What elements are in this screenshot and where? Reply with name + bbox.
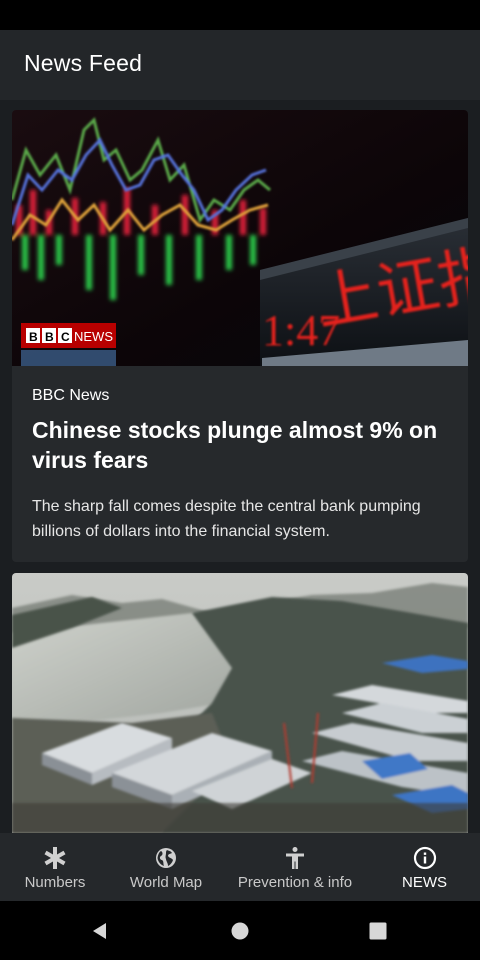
article-summary: The sharp fall comes despite the central…	[32, 498, 421, 540]
svg-text:B: B	[29, 330, 38, 344]
system-navigation-bar	[0, 901, 480, 960]
nav-news-label: NEWS	[402, 874, 447, 891]
back-icon[interactable]	[90, 921, 110, 941]
bottom-navigation: Numbers World Map Prevention & info NEWS	[0, 833, 480, 901]
news-card[interactable]	[12, 573, 468, 833]
globe-icon	[156, 848, 176, 868]
nav-world-map-label: World Map	[129, 874, 203, 891]
news-card[interactable]: 1:47 上证指数 B B C NEWS BBC News Chinese st…	[12, 110, 468, 562]
nav-numbers[interactable]: Numbers	[0, 833, 110, 901]
bbc-badge-label: NEWS	[74, 329, 113, 344]
svg-text:B: B	[45, 330, 54, 344]
nav-numbers-label: Numbers	[24, 874, 86, 891]
news-feed-list[interactable]: 1:47 上证指数 B B C NEWS BBC News Chinese st…	[0, 100, 480, 833]
nav-news[interactable]: NEWS	[369, 833, 480, 901]
page-title: News Feed	[24, 50, 143, 76]
article-headline[interactable]: Chinese stocks plunge almost 9% on virus…	[32, 415, 452, 475]
article-image: 1:47 上证指数 B B C NEWS	[12, 110, 468, 366]
nav-prevention-info[interactable]: Prevention & info	[222, 833, 368, 901]
article-image	[12, 573, 468, 833]
nav-world-map[interactable]: World Map	[111, 833, 221, 901]
bbc-news-logo: B B C NEWS	[21, 323, 116, 348]
recents-icon[interactable]	[368, 921, 388, 941]
article-source: BBC News	[32, 387, 110, 404]
home-icon[interactable]	[230, 921, 250, 941]
asterisk-icon	[44, 847, 66, 869]
svg-text:C: C	[61, 330, 70, 344]
app-bar: News Feed	[0, 30, 480, 100]
person-icon	[286, 847, 304, 869]
nav-prevention-info-label: Prevention & info	[237, 874, 353, 891]
status-bar	[0, 0, 480, 30]
info-icon	[413, 846, 436, 870]
